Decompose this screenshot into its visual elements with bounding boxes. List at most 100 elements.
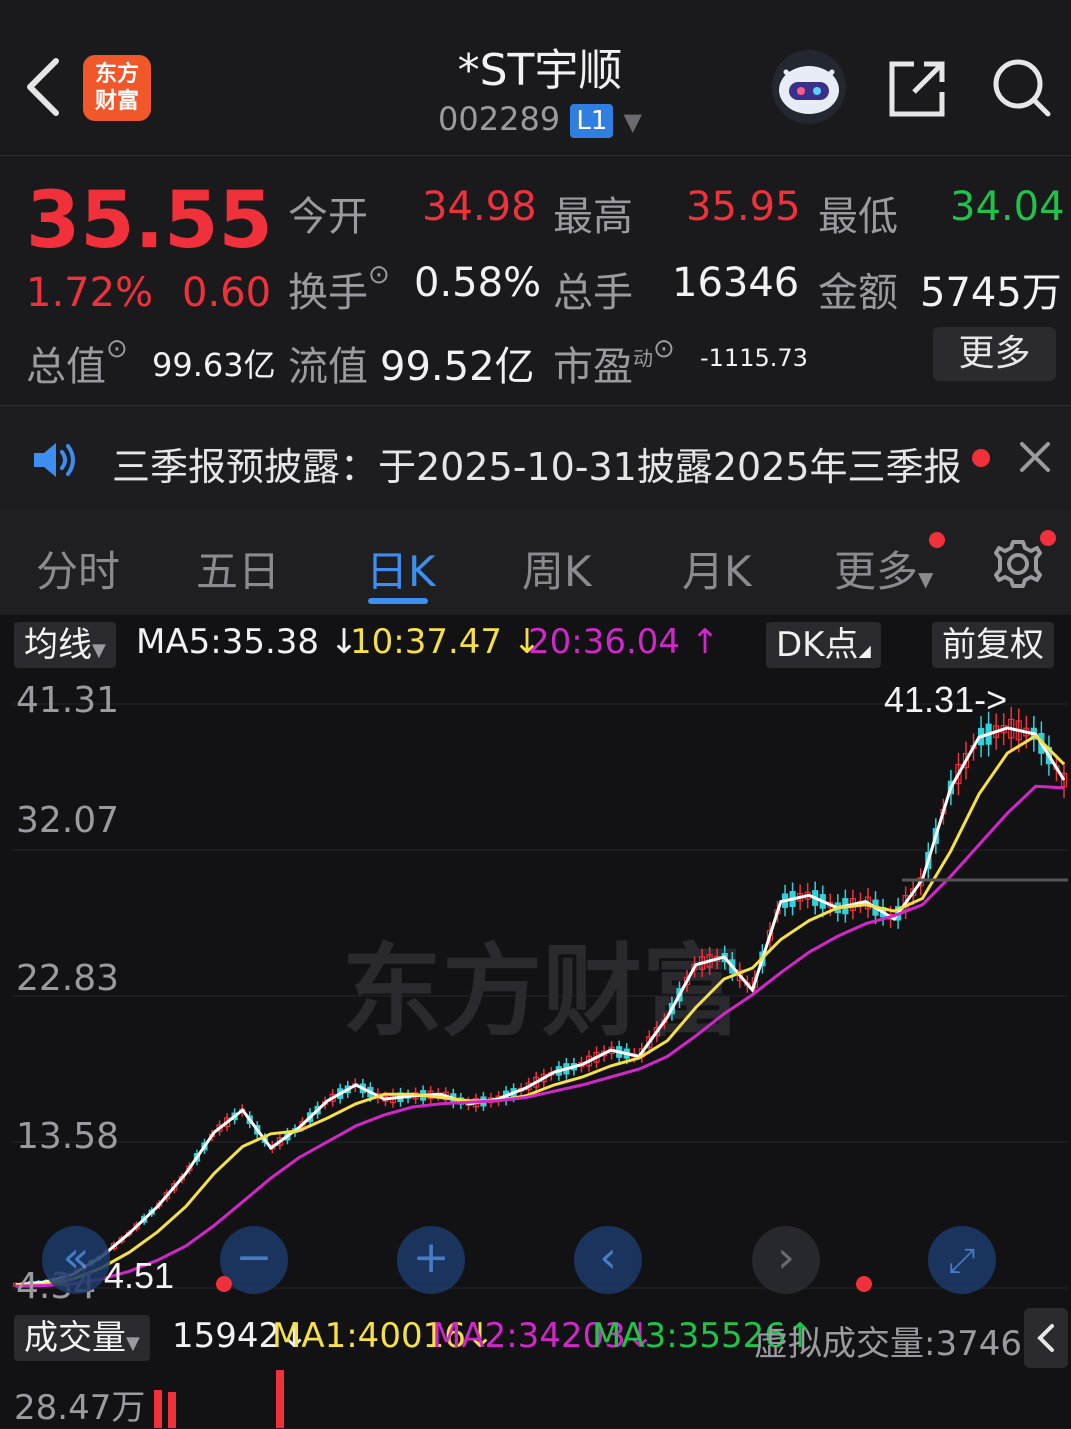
collapse-panel-button[interactable] (1024, 1308, 1068, 1368)
volume-bar (168, 1392, 176, 1428)
stock-name: *ST宇顺 (457, 45, 623, 96)
stock-code: 002289 (438, 100, 561, 138)
stock-code-row[interactable]: 002289 L1 ▼ (400, 100, 680, 138)
scroll-right-button[interactable]: › (752, 1226, 820, 1294)
chevron-right-icon: › (777, 1232, 795, 1283)
ma20-readout: 20:36.04 ↑ (528, 622, 720, 662)
tab-more-label: 更多 (834, 547, 919, 596)
chevron-left-icon: ‹ (599, 1232, 617, 1283)
dk-point-toggle[interactable]: DK点◢ (766, 622, 881, 668)
app-logo[interactable]: 东方 财富 (83, 55, 151, 121)
float-cap-value: 99.52亿 (380, 344, 535, 390)
level-badge: L1 (570, 104, 614, 138)
turnover-value: 0.58% (414, 260, 542, 306)
y-tick-2: 32.07 (16, 800, 120, 841)
turnover-label-text: 换手 (288, 270, 368, 316)
tab-weekly-k[interactable]: 周K (522, 538, 592, 599)
minus-icon: − (235, 1232, 273, 1283)
tab-five-day[interactable]: 五日 (196, 538, 280, 599)
ma10-value: 10:37.47 (350, 622, 503, 662)
double-chevron-left-icon: « (62, 1232, 90, 1283)
low-value: 34.04 (950, 184, 1065, 230)
amount-value: 5745万 (920, 270, 1062, 316)
caret-down-icon: ▼ (92, 640, 106, 661)
volume-indicator-label: 成交量 (24, 1318, 126, 1358)
change-percent: 1.72% (26, 270, 154, 316)
settings-gear-icon[interactable] (992, 530, 1056, 594)
y-tick-1: 41.31 (16, 680, 120, 721)
share-icon[interactable] (884, 56, 950, 120)
tab-intraday[interactable]: 分时 (36, 538, 120, 599)
ma5-readout: MA5:35.38 ↓ (136, 622, 359, 662)
current-price: 35.55 (26, 176, 273, 266)
pe-value: -1115.73 (700, 344, 808, 372)
market-cap-label-text: 总值 (26, 344, 106, 390)
scroll-left-button[interactable]: ‹ (574, 1226, 642, 1294)
open-label: 今开 (288, 194, 368, 240)
signal-dot (216, 1276, 232, 1292)
chart-period-tabs: 分时 五日 日K 周K 月K 更多▼ (0, 510, 1071, 614)
zoom-in-button[interactable]: + (397, 1226, 465, 1294)
pe-label-text: 市盈 (553, 344, 633, 390)
quote-panel: 35.55 1.72% 0.60 今开 34.98 最高 35.95 最低 34… (0, 156, 1071, 403)
turnover-label[interactable]: 换手⊙ (288, 260, 390, 318)
min-price-annotation: 4.51 (104, 1255, 174, 1296)
active-tab-indicator (368, 598, 428, 604)
volume-bar (154, 1390, 162, 1428)
open-value: 34.98 (422, 184, 537, 230)
kline-chart[interactable]: 东方财富 41.31-> 4.51 (12, 676, 1068, 1302)
plus-icon: + (412, 1232, 450, 1283)
volume-bar (276, 1370, 284, 1428)
more-dots-icon: ⊙ (106, 334, 128, 364)
unread-dot (972, 449, 990, 467)
high-value: 35.95 (686, 184, 801, 230)
volume-value: 16346 (672, 260, 800, 306)
more-dots-icon: ⊙ (653, 334, 675, 364)
logo-text-bottom: 财富 (94, 89, 139, 114)
high-label: 最高 (553, 194, 633, 240)
y-tick-3: 22.83 (16, 958, 120, 999)
volume-label: 总手 (553, 270, 633, 316)
tab-more-red-dot (929, 532, 945, 548)
pe-label[interactable]: 市盈动⊙ (553, 334, 675, 392)
back-icon[interactable] (22, 55, 66, 119)
ma-type-label: 均线 (24, 625, 92, 665)
notice-bar[interactable]: 三季报预披露：于2025-10-31披露2025年三季报 (0, 405, 1071, 511)
settings-red-dot (1040, 530, 1056, 546)
more-dots-icon: ⊙ (368, 260, 390, 290)
caret-down-icon: ▼ (623, 108, 642, 136)
ma-type-selector[interactable]: 均线▼ (14, 622, 116, 668)
low-label: 最低 (818, 194, 898, 240)
logo-text-top: 东方 (94, 62, 139, 87)
close-icon[interactable] (1018, 440, 1052, 478)
speaker-icon (32, 440, 80, 484)
tab-daily-k[interactable]: 日K (366, 538, 436, 599)
ma10-readout: 10:37.47 ↓ (350, 622, 542, 662)
market-cap-label[interactable]: 总值⊙ (26, 334, 128, 392)
ma5-value: MA5:35.38 (136, 622, 320, 662)
assistant-mascot-icon[interactable] (772, 50, 846, 124)
fullscreen-button[interactable]: ⤢ (928, 1226, 996, 1294)
corner-triangle-icon: ◢ (858, 641, 871, 660)
top-nav-bar: 东方 财富 *ST宇顺 002289 L1 ▼ (0, 0, 1071, 156)
adjust-selector[interactable]: 前复权 (932, 622, 1054, 668)
change-amount: 0.60 (182, 270, 272, 316)
ma20-value: 20:36.04 (528, 622, 681, 662)
caret-down-icon: ▼ (126, 1333, 140, 1354)
tab-monthly-k[interactable]: 月K (682, 538, 752, 599)
y-tick-4: 13.58 (16, 1116, 120, 1157)
jump-start-button[interactable]: « (42, 1226, 110, 1294)
market-cap-value: 99.63亿 (152, 346, 276, 384)
notice-text: 三季报预披露：于2025-10-31披露2025年三季报 (112, 445, 962, 489)
volume-indicator-selector[interactable]: 成交量▼ (14, 1315, 150, 1361)
search-icon[interactable] (988, 56, 1054, 120)
volume-y-top: 28.47万 (14, 1388, 146, 1428)
amount-label: 金额 (818, 270, 898, 316)
expand-icon: ⤢ (948, 1241, 976, 1281)
more-quote-button[interactable]: 更多 (933, 327, 1056, 381)
signal-dot (856, 1276, 872, 1292)
float-cap-label: 流值 (288, 344, 368, 390)
tab-more[interactable]: 更多▼ (834, 538, 933, 599)
virtual-volume: 虚拟成交量:37461 (754, 1324, 1044, 1364)
dk-label: DK点 (776, 625, 859, 665)
